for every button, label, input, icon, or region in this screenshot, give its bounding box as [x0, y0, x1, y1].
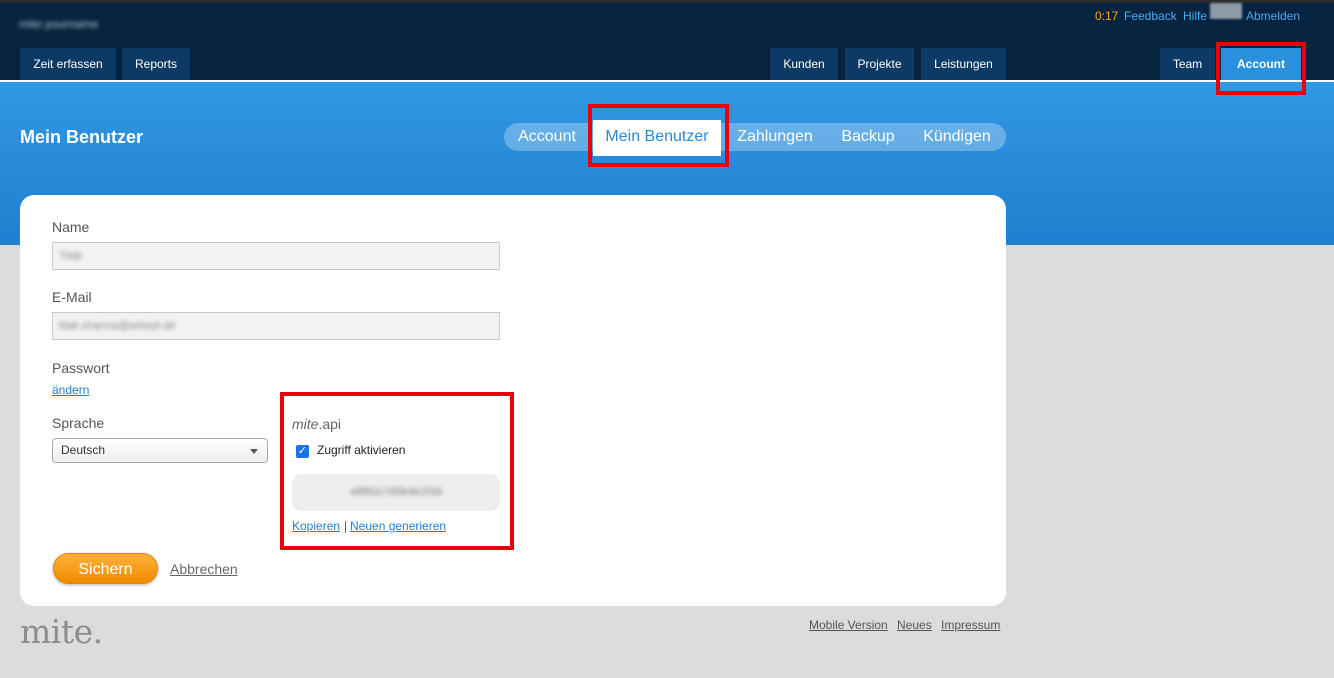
imprint-link[interactable]: Impressum	[941, 618, 1000, 632]
email-label: E-Mail	[52, 289, 92, 305]
subtab-cancel-account[interactable]: Kündigen	[914, 123, 1000, 151]
nav-tab-team[interactable]: Team	[1160, 48, 1215, 80]
organization-name: mite.yourname	[19, 17, 99, 31]
mobile-version-link[interactable]: Mobile Version	[809, 618, 888, 632]
help-link[interactable]: Hilfe	[1183, 9, 1207, 23]
chevron-down-icon	[250, 449, 258, 454]
language-selected-value: Deutsch	[61, 443, 106, 457]
cancel-button[interactable]: Abbrechen	[170, 561, 238, 577]
nav-tab-services[interactable]: Leistungen	[921, 48, 1006, 80]
nav-tab-customers[interactable]: Kunden	[770, 48, 838, 80]
nav-tab-reports[interactable]: Reports	[122, 48, 190, 80]
name-value: Tilak	[59, 250, 82, 262]
feedback-link[interactable]: Feedback	[1124, 9, 1177, 23]
email-value: tilak.sharma@arbeyt.de	[59, 320, 176, 332]
subtab-account[interactable]: Account	[508, 123, 586, 151]
user-avatar[interactable]	[1210, 3, 1242, 19]
highlight-my-user-subtab	[588, 104, 729, 167]
password-label: Passwort	[52, 360, 110, 376]
subtab-payments[interactable]: Zahlungen	[727, 123, 823, 151]
change-password-link[interactable]: ändern	[52, 383, 89, 397]
logout-link[interactable]: Abmelden	[1246, 9, 1300, 23]
email-field[interactable]: tilak.sharma@arbeyt.de	[52, 312, 500, 340]
mite-logo: mite.	[20, 612, 103, 651]
news-link[interactable]: Neues	[897, 618, 932, 632]
page-title: Mein Benutzer	[20, 127, 144, 147]
save-button[interactable]: Sichern	[53, 553, 158, 584]
nav-tab-time-entry[interactable]: Zeit erfassen	[20, 48, 116, 80]
language-select[interactable]: Deutsch	[52, 438, 268, 463]
name-label: Name	[52, 219, 90, 235]
highlight-account-tab	[1216, 42, 1306, 95]
subtab-backup[interactable]: Backup	[832, 123, 904, 151]
name-field[interactable]: Tilak	[52, 242, 500, 270]
language-label: Sprache	[52, 415, 105, 431]
nav-tab-projects[interactable]: Projekte	[845, 48, 914, 80]
highlight-api-section	[280, 392, 514, 550]
timer-display[interactable]: 0:17	[1095, 9, 1118, 23]
